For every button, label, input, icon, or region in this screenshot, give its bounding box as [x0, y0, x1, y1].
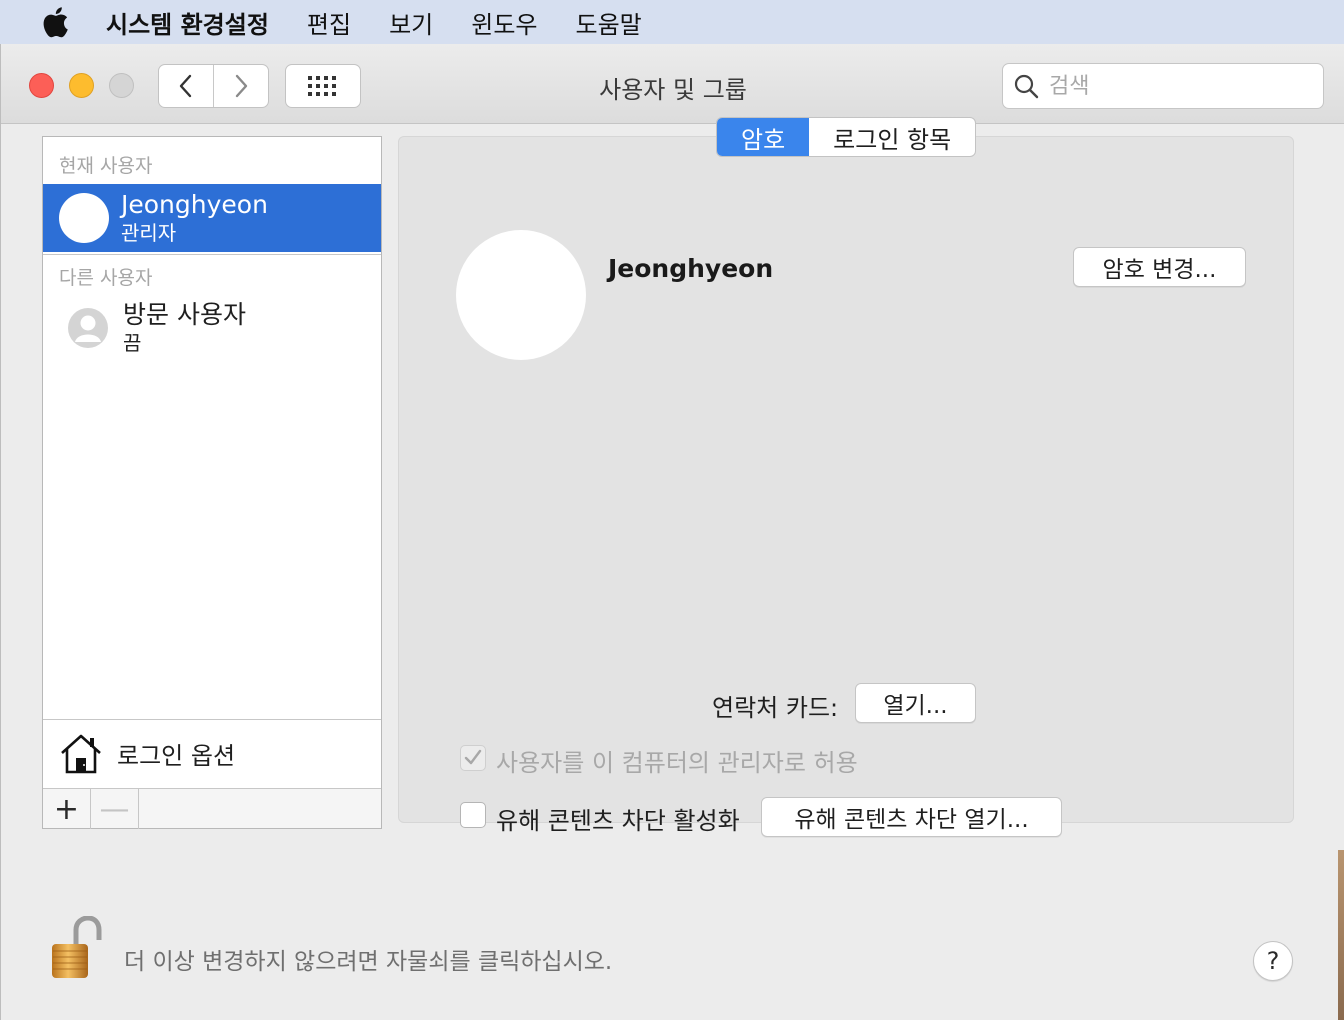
- apple-logo-icon[interactable]: [40, 6, 70, 38]
- menu-bar: 시스템 환경설정 편집 보기 윈도우 도움말: [0, 0, 1344, 44]
- navigation-buttons: [158, 64, 269, 108]
- search-input[interactable]: [1049, 73, 1309, 99]
- chevron-left-icon: [179, 74, 192, 98]
- current-users-header: 현재 사용자: [59, 155, 153, 177]
- add-remove-bar: + —: [43, 788, 381, 829]
- contact-card-label: 연락처 카드:: [712, 694, 839, 722]
- parental-controls-label: 유해 콘텐츠 차단 활성화: [496, 807, 740, 835]
- avatar: [59, 193, 109, 243]
- add-user-button[interactable]: +: [43, 789, 91, 829]
- menu-help[interactable]: 도움말: [576, 5, 642, 40]
- show-all-button[interactable]: [285, 64, 361, 108]
- login-options-item[interactable]: 로그인 옵션: [43, 719, 381, 787]
- lock-hint-text: 더 이상 변경하지 않으려면 자물쇠를 클릭하십시오.: [124, 949, 613, 975]
- guest-user-icon: [68, 308, 108, 348]
- menu-edit[interactable]: 편집: [307, 5, 351, 40]
- grid-icon: [308, 76, 336, 96]
- zoom-button[interactable]: [109, 73, 134, 98]
- remove-user-button[interactable]: —: [91, 789, 139, 829]
- house-icon: [61, 734, 101, 773]
- current-user-role: 관리자: [121, 221, 177, 245]
- desktop-wallpaper-edge: [1338, 850, 1344, 1020]
- forward-button[interactable]: [213, 65, 268, 107]
- help-button[interactable]: ?: [1253, 941, 1293, 981]
- menu-app-name[interactable]: 시스템 환경설정: [106, 5, 269, 40]
- minimize-button[interactable]: [69, 73, 94, 98]
- title-bar: 사용자 및 그룹: [1, 44, 1344, 124]
- allow-admin-checkbox[interactable]: [460, 745, 486, 771]
- change-password-button[interactable]: 암호 변경...: [1073, 247, 1246, 287]
- parental-controls-checkbox[interactable]: [460, 802, 486, 828]
- menu-window[interactable]: 윈도우: [471, 5, 537, 40]
- unlocked-padlock-icon[interactable]: [50, 916, 102, 980]
- divider: [43, 254, 381, 255]
- other-users-header: 다른 사용자: [59, 267, 153, 289]
- open-contact-card-button[interactable]: 열기...: [855, 683, 976, 723]
- open-parental-controls-button[interactable]: 유해 콘텐츠 차단 열기...: [761, 797, 1062, 837]
- search-icon: [1014, 74, 1039, 99]
- user-row-guest[interactable]: 방문 사용자 끔: [43, 295, 381, 361]
- detail-user-name: Jeonghyeon: [608, 254, 774, 283]
- search-field[interactable]: [1002, 63, 1324, 109]
- tab-login-items[interactable]: 로그인 항목: [809, 118, 975, 156]
- current-user-name: Jeonghyeon: [121, 190, 268, 219]
- guest-user-name: 방문 사용자: [123, 300, 246, 329]
- menu-view[interactable]: 보기: [389, 5, 433, 40]
- tab-password[interactable]: 암호: [717, 118, 810, 156]
- user-list-sidebar: 현재 사용자 Jeonghyeon 관리자 다른 사용자 방문 사용자 끔 로그…: [42, 136, 382, 829]
- checkmark-icon: [464, 749, 482, 765]
- user-avatar-large[interactable]: [456, 230, 586, 360]
- login-options-label: 로그인 옵션: [117, 742, 236, 770]
- guest-user-status: 끔: [123, 331, 142, 355]
- tab-bar: 암호 로그인 항목: [716, 117, 977, 157]
- user-row-current[interactable]: Jeonghyeon 관리자: [43, 184, 381, 252]
- allow-admin-label: 사용자를 이 컴퓨터의 관리자로 허용: [496, 749, 858, 777]
- chevron-right-icon: [235, 74, 248, 98]
- back-button[interactable]: [159, 65, 213, 107]
- close-button[interactable]: [29, 73, 54, 98]
